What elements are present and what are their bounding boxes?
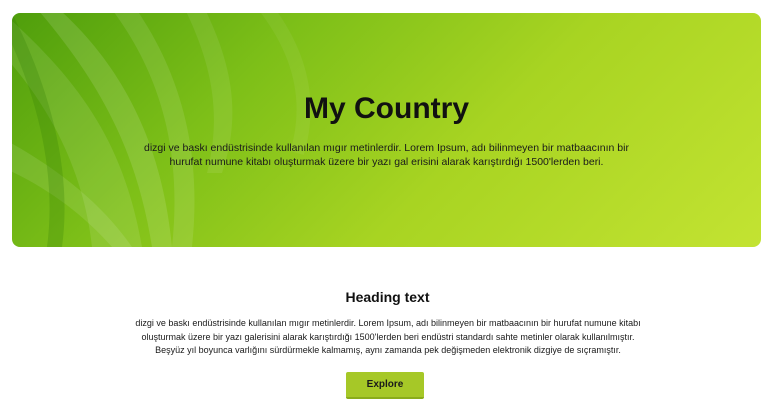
page: My Country dizgi ve baskı endüstrisinde … [0, 0, 775, 412]
section-description-line: oluşturmak üzere bir yazı galerisini ala… [141, 331, 635, 342]
section-description-line: dizgi ve baskı endüstrisinde kullanılan … [135, 318, 641, 328]
section-heading: Heading text [345, 289, 430, 305]
section-description: dizgi ve baskı endüstrisinde kullanılan … [88, 317, 688, 358]
hero-swirl-background [12, 13, 311, 247]
hero-description-line: hurufat numune kitabı oluşturmak üzere b… [169, 156, 604, 168]
hero-description-line: dizgi ve baskı endüstrisinde kullanılan … [144, 142, 629, 154]
hero-description: dizgi ve baskı endüstrisinde kullanılan … [114, 141, 659, 169]
hero-banner: My Country dizgi ve baskı endüstrisinde … [12, 13, 761, 247]
hero-title: My Country [304, 92, 469, 125]
section-description-line: Beşyüz yıl boyunca varlığını sürdürmekle… [155, 345, 621, 355]
explore-button[interactable]: Explore [346, 372, 424, 399]
